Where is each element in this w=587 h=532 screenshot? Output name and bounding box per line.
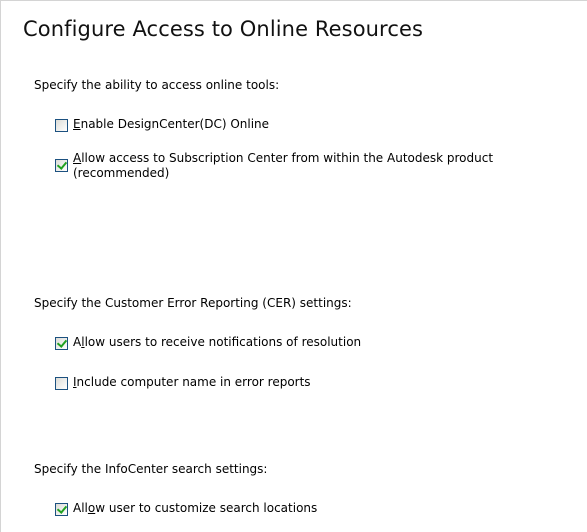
- infocenter-section-label: Specify the InfoCenter search settings:: [34, 462, 268, 476]
- enable-designcenter-online-checkbox[interactable]: [55, 119, 68, 132]
- customize-search-locations-label[interactable]: Allow user to customize search locations: [73, 501, 317, 516]
- enable-designcenter-online-label[interactable]: Enable DesignCenter(DC) Online: [73, 117, 269, 132]
- customize-search-locations-checkbox[interactable]: [55, 503, 68, 516]
- allow-notifications-checkbox[interactable]: [55, 337, 68, 350]
- allow-notifications-option[interactable]: Allow users to receive notifications of …: [55, 335, 361, 350]
- include-computer-name-label[interactable]: Include computer name in error reports: [73, 375, 311, 390]
- customize-search-locations-option[interactable]: Allow user to customize search locations: [55, 501, 317, 516]
- configure-online-resources-panel: Configure Access to Online Resources Spe…: [0, 0, 587, 532]
- online-tools-section-label: Specify the ability to access online too…: [34, 78, 280, 92]
- page-title: Configure Access to Online Resources: [23, 17, 424, 41]
- cer-section-label: Specify the Customer Error Reporting (CE…: [34, 296, 352, 310]
- include-computer-name-option[interactable]: Include computer name in error reports: [55, 375, 311, 390]
- include-computer-name-checkbox[interactable]: [55, 377, 68, 390]
- allow-notifications-label[interactable]: Allow users to receive notifications of …: [73, 335, 361, 350]
- allow-subscription-center-label[interactable]: Allow access to Subscription Center from…: [73, 151, 493, 181]
- enable-designcenter-online-option[interactable]: Enable DesignCenter(DC) Online: [55, 117, 269, 132]
- allow-subscription-center-checkbox[interactable]: [55, 159, 68, 172]
- allow-subscription-center-option[interactable]: Allow access to Subscription Center from…: [55, 151, 493, 181]
